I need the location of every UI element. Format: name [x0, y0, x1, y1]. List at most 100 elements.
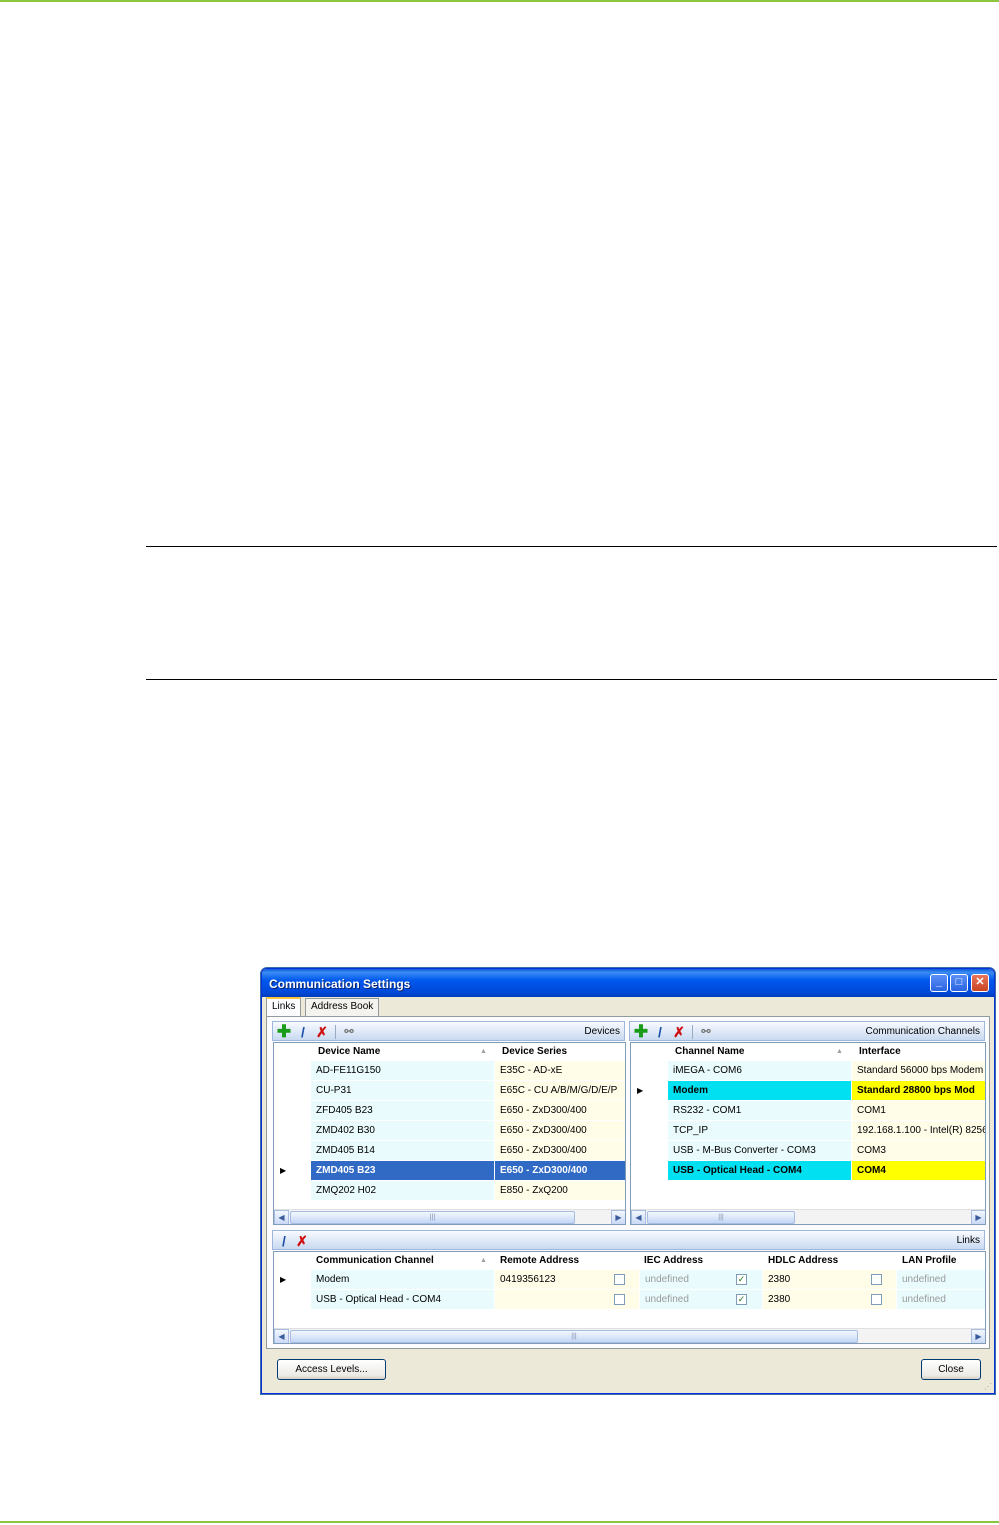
- note-divider-top: [146, 546, 997, 547]
- device-name-cell: ZMQ202 H02: [311, 1181, 495, 1201]
- column-header-lan-profile[interactable]: LAN Profile: [902, 1255, 956, 1266]
- devices-grid: Device Name ▲ Device Series AD-FE11G150 …: [273, 1042, 626, 1225]
- devices-grid-header: Device Name ▲ Device Series: [274, 1043, 625, 1061]
- links-grid-header: Communication Channel ▲ Remote Address I…: [274, 1252, 985, 1270]
- channel-name-cell: USB - M-Bus Converter - COM3: [668, 1141, 852, 1161]
- table-row[interactable]: RS232 - COM1 COM1: [631, 1101, 985, 1121]
- sort-ascending-icon: ▲: [836, 1048, 843, 1055]
- table-row[interactable]: ZFD405 B23 E650 - ZxD300/400: [274, 1101, 625, 1121]
- minimize-button[interactable]: _: [930, 974, 948, 992]
- channels-toolbar: ✚ / ✗ ⚯ Communication Channels: [629, 1021, 985, 1041]
- resize-grip-icon[interactable]: ⋰: [984, 1382, 992, 1391]
- add-icon[interactable]: ✚: [276, 1023, 292, 1040]
- table-row[interactable]: ZMD402 B30 E650 - ZxD300/400: [274, 1121, 625, 1141]
- edit-icon[interactable]: /: [652, 1024, 668, 1040]
- table-row[interactable]: ZMD405 B14 E650 - ZxD300/400: [274, 1141, 625, 1161]
- scroll-right-button[interactable]: ▶: [971, 1210, 985, 1224]
- channel-name-cell: RS232 - COM1: [668, 1101, 852, 1121]
- delete-icon[interactable]: ✗: [294, 1233, 310, 1249]
- current-row-indicator-icon: ▶: [280, 1275, 287, 1284]
- communication-settings-window: Communication Settings _ □ ✕ Links Addre…: [261, 968, 995, 1394]
- sort-ascending-icon: ▲: [480, 1048, 487, 1055]
- column-header-device-name[interactable]: Device Name: [318, 1046, 380, 1057]
- scroll-right-button[interactable]: ▶: [611, 1210, 625, 1224]
- devices-horizontal-scrollbar[interactable]: ◀ ||| ▶: [274, 1209, 625, 1224]
- table-row[interactable]: ▶ Modem 0419356123 undefined ✓ 2380 unde…: [274, 1270, 985, 1290]
- table-row[interactable]: CU-P31 E65C - CU A/B/M/G/D/E/P: [274, 1081, 625, 1101]
- column-header-communication-channel[interactable]: Communication Channel: [316, 1255, 434, 1266]
- table-row[interactable]: USB - M-Bus Converter - COM3 COM3: [631, 1141, 985, 1161]
- channels-horizontal-scrollbar[interactable]: ◀ ||| ▶: [631, 1209, 985, 1224]
- toolbar-separator: [692, 1025, 693, 1039]
- column-header-channel-name[interactable]: Channel Name: [675, 1046, 744, 1057]
- scroll-thumb[interactable]: |||: [647, 1211, 795, 1224]
- device-series-cell: E650 - ZxD300/400: [495, 1121, 625, 1141]
- tab-links[interactable]: Links: [266, 997, 302, 1016]
- lan-profile-checkbox[interactable]: [871, 1274, 882, 1285]
- channel-name-cell: iMEGA - COM6: [668, 1061, 852, 1081]
- table-row[interactable]: TCP_IP 192.168.1.100 - Intel(R) 8256: [631, 1121, 985, 1141]
- device-name-cell: ZMD405 B14: [311, 1141, 495, 1161]
- page-top-rule: [0, 0, 999, 2]
- column-header-device-series[interactable]: Device Series: [502, 1046, 567, 1057]
- device-name-cell: AD-FE11G150: [311, 1061, 495, 1081]
- channels-caption: Communication Channels: [865, 1026, 980, 1037]
- delete-icon[interactable]: ✗: [671, 1024, 687, 1040]
- add-icon[interactable]: ✚: [633, 1023, 649, 1040]
- scroll-thumb[interactable]: |||: [290, 1330, 858, 1343]
- title-bar[interactable]: Communication Settings _ □ ✕: [262, 969, 994, 997]
- page-bottom-rule: [0, 1521, 999, 1523]
- table-row[interactable]: AD-FE11G150 E35C - AD-xE: [274, 1061, 625, 1081]
- table-row[interactable]: USB - Optical Head - COM4 undefined ✓ 23…: [274, 1290, 985, 1310]
- iec-address-checkbox[interactable]: [614, 1294, 625, 1305]
- maximize-button[interactable]: □: [950, 974, 968, 992]
- close-window-button[interactable]: ✕: [971, 974, 989, 992]
- link-channel-cell: USB - Optical Head - COM4: [311, 1290, 495, 1310]
- links-grid: Communication Channel ▲ Remote Address I…: [273, 1251, 986, 1344]
- table-row-highlighted[interactable]: ▶ Modem Standard 28800 bps Mod: [631, 1081, 985, 1101]
- column-header-remote-address[interactable]: Remote Address: [500, 1255, 579, 1266]
- toolbar-separator: [335, 1025, 336, 1039]
- column-header-iec-address[interactable]: IEC Address: [644, 1255, 703, 1266]
- link-icon[interactable]: ⚯: [698, 1024, 714, 1040]
- edit-icon[interactable]: /: [276, 1233, 292, 1249]
- interface-cell: COM3: [852, 1141, 985, 1161]
- links-horizontal-scrollbar[interactable]: ◀ ||| ▶: [274, 1328, 985, 1343]
- link-icon[interactable]: ⚯: [341, 1024, 357, 1040]
- link-channel-cell: Modem: [311, 1270, 495, 1290]
- channels-grid: Channel Name ▲ Interface iMEGA - COM6 St…: [630, 1042, 986, 1225]
- device-name-cell: ZMD402 B30: [311, 1121, 495, 1141]
- links-toolbar: / ✗ Links: [272, 1230, 985, 1250]
- table-row[interactable]: iMEGA - COM6 Standard 56000 bps Modem: [631, 1061, 985, 1081]
- device-series-cell: E650 - ZxD300/400: [495, 1101, 625, 1121]
- scroll-left-button[interactable]: ◀: [274, 1329, 289, 1343]
- table-row-highlighted[interactable]: USB - Optical Head - COM4 COM4: [631, 1161, 985, 1181]
- scroll-left-button[interactable]: ◀: [631, 1210, 646, 1224]
- table-row-selected[interactable]: ▶ ZMD405 B23 E650 - ZxD300/400: [274, 1161, 625, 1181]
- sort-ascending-icon: ▲: [480, 1257, 487, 1264]
- window-title: Communication Settings: [269, 977, 411, 991]
- scroll-thumb[interactable]: |||: [290, 1211, 575, 1224]
- device-series-cell: E650 - ZxD300/400: [495, 1141, 625, 1161]
- table-row[interactable]: ZMQ202 H02 E850 - ZxQ200: [274, 1181, 625, 1201]
- column-header-hdlc-address[interactable]: HDLC Address: [768, 1255, 838, 1266]
- devices-toolbar: ✚ / ✗ ⚯ Devices: [272, 1021, 625, 1041]
- interface-cell: Standard 56000 bps Modem: [852, 1061, 985, 1081]
- iec-address-checkbox[interactable]: [614, 1274, 625, 1285]
- lan-profile-cell: undefined: [897, 1270, 985, 1290]
- hdlc-address-checkbox[interactable]: ✓: [736, 1294, 747, 1305]
- tab-address-book[interactable]: Address Book: [305, 998, 380, 1016]
- device-name-cell: ZFD405 B23: [311, 1101, 495, 1121]
- close-button[interactable]: Close: [921, 1359, 981, 1380]
- delete-icon[interactable]: ✗: [314, 1024, 330, 1040]
- hdlc-address-checkbox[interactable]: ✓: [736, 1274, 747, 1285]
- scroll-left-button[interactable]: ◀: [274, 1210, 289, 1224]
- scroll-right-button[interactable]: ▶: [971, 1329, 985, 1343]
- access-levels-button[interactable]: Access Levels...: [277, 1359, 386, 1380]
- edit-icon[interactable]: /: [295, 1024, 311, 1040]
- column-header-interface[interactable]: Interface: [859, 1046, 901, 1057]
- lan-profile-checkbox[interactable]: [871, 1294, 882, 1305]
- current-row-indicator-icon: ▶: [637, 1086, 644, 1095]
- maximize-icon: □: [955, 976, 963, 988]
- interface-cell: 192.168.1.100 - Intel(R) 8256: [852, 1121, 985, 1141]
